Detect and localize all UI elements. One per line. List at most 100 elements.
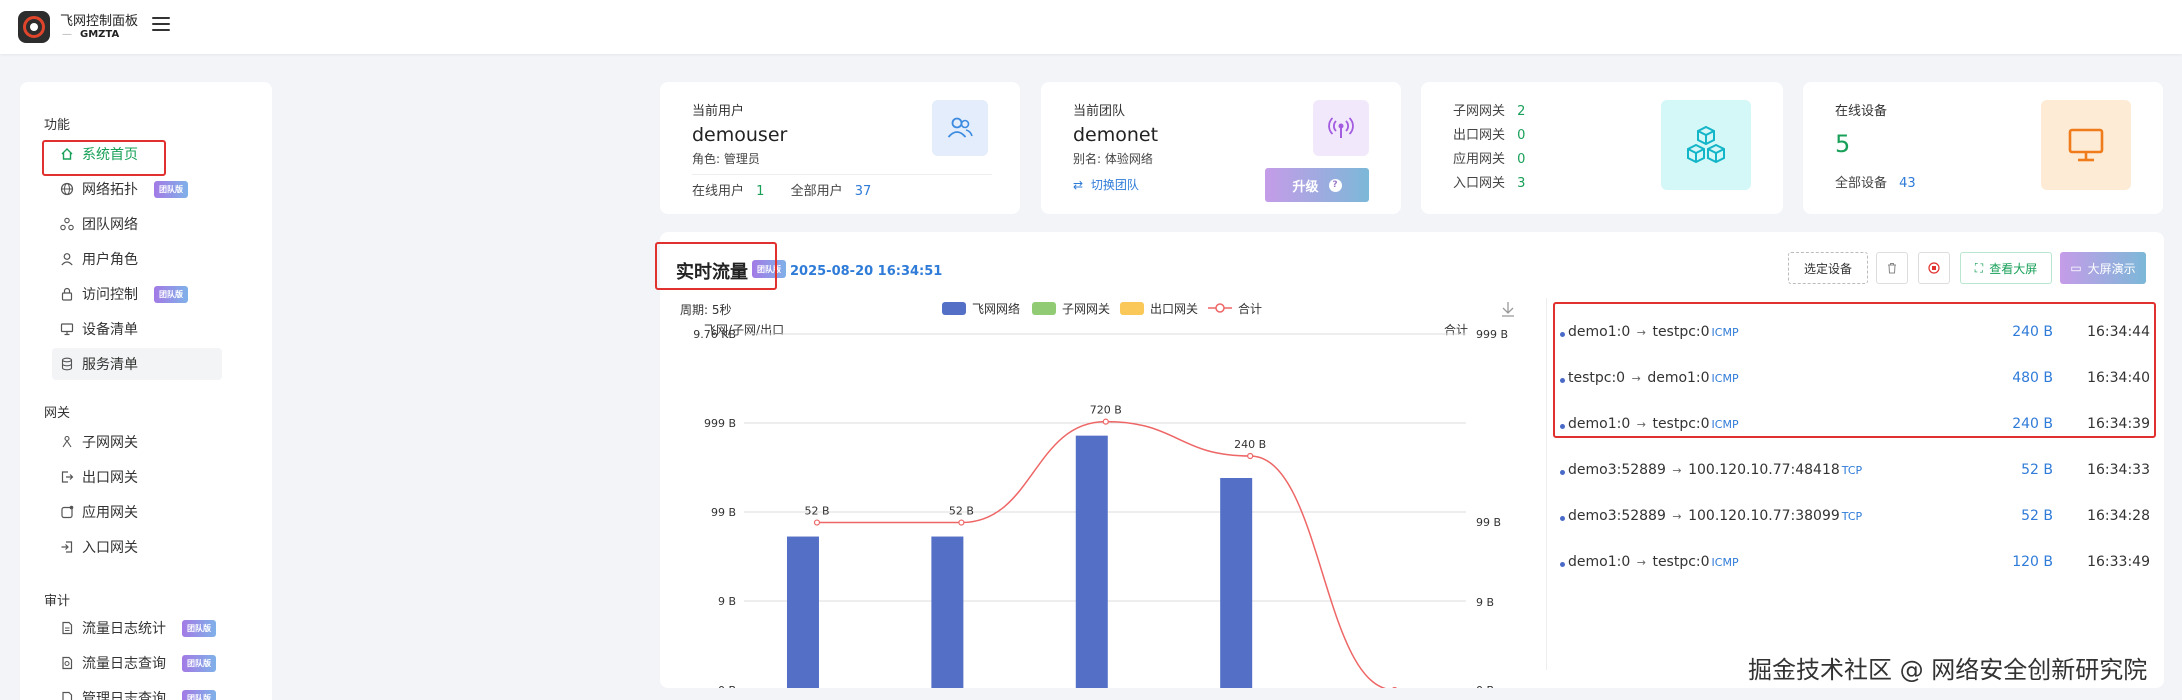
total-point	[1247, 452, 1254, 460]
lock-icon	[60, 287, 74, 301]
trash-icon	[1888, 263, 1896, 274]
query-icon	[60, 656, 74, 670]
total-point	[1102, 418, 1109, 425]
upgrade-button[interactable]: 升级 ?	[1265, 168, 1369, 202]
sidebar-item-devices[interactable]: 设备清单	[52, 313, 242, 345]
highlight-box-title	[655, 242, 777, 290]
sidebar-section-gateways: 网关	[44, 406, 71, 421]
bullet-icon	[1560, 470, 1565, 475]
app-subtitle: GMZTA	[80, 29, 120, 40]
y-tick-label: 99 B	[711, 506, 736, 519]
menu-toggle-icon[interactable]	[152, 17, 170, 31]
globe-icon	[60, 182, 74, 196]
current-user-card: 当前用户 demouser 角色: 管理员 在线用户 1 全部用户 37	[660, 82, 1020, 214]
y-tick-label: 9.76 KB	[693, 328, 736, 341]
team-edition-badge: 团队版	[154, 180, 188, 198]
monitor-icon	[60, 322, 74, 336]
team-edition-badge: 团队版	[154, 285, 188, 303]
devices-card: 在线设备 5 全部设备 43	[1803, 82, 2163, 214]
sidebar-item-topology[interactable]: 网络拓扑 团队版	[52, 173, 242, 205]
arrow-icon: →	[1668, 510, 1686, 523]
flow-protocol: TCP	[1841, 510, 1863, 523]
flow-time: 16:34:28	[2087, 508, 2150, 524]
gateways-card: 子网网关 2 出口网关 0 应用网关 0 入口网关 3	[1421, 82, 1783, 214]
help-icon: ?	[1328, 178, 1342, 192]
traffic-bar	[1220, 478, 1253, 688]
total-point	[813, 519, 821, 526]
right-tick-label: 99 B	[1476, 516, 1501, 529]
right-tick-label: 0 B	[1476, 684, 1494, 688]
flow-row[interactable]: demo3:52889 → 100.120.10.77:38099 TCP 52 B…	[1560, 496, 2150, 542]
switch-icon: ⇄	[1073, 178, 1084, 192]
legend-label: 子网网关	[1062, 302, 1110, 316]
sidebar-section-functions: 功能	[44, 118, 71, 133]
sidebar-item-traffic-stats[interactable]: 流量日志统计 团队版	[52, 612, 242, 644]
flow-size: 52 B	[2021, 508, 2053, 524]
flow-row[interactable]: demo1:0 → testpc:0 ICMP 120 B 16:33:49	[1560, 542, 2150, 588]
legend-marker	[1215, 303, 1225, 313]
switch-team-link[interactable]: ⇄ 切换团队	[1073, 176, 1139, 193]
arrow-icon: →	[1633, 556, 1650, 569]
app-title: 飞网控制面板	[60, 14, 139, 29]
download-icon	[1502, 302, 1514, 317]
app-icon	[60, 505, 74, 519]
sidebar-item-admin-log[interactable]: 管理日志查询 团队版	[52, 682, 242, 700]
exit-icon	[60, 470, 74, 484]
right-tick-label: 9 B	[1476, 596, 1494, 609]
sidebar-item-access-control[interactable]: 访问控制 团队版	[52, 278, 242, 310]
traffic-bar	[1075, 435, 1108, 688]
stop-button[interactable]	[1918, 252, 1950, 284]
legend-swatch	[1032, 302, 1056, 315]
stats-icon	[60, 621, 74, 635]
team-network-icon	[60, 217, 74, 231]
all-devices-count: 43	[1899, 176, 1916, 191]
total-data-label: 52 B	[949, 505, 974, 518]
online-devices-count: 5	[1835, 130, 1851, 158]
realtime-traffic-panel: 实时流量 团队版 2025-08-20 16:34:51 选定设备 ⛶ 查看大屏…	[655, 232, 2164, 688]
sidebar: 功能 系统首页 网络拓扑 团队版 团队网络 用户角色 访问控制 团队版 设备清单…	[20, 82, 272, 700]
flow-source: demo3:52889	[1568, 462, 1666, 478]
sidebar-item-user-roles[interactable]: 用户角色	[52, 243, 242, 275]
sidebar-item-services[interactable]: 服务清单	[52, 348, 222, 380]
team-edition-badge: 团队版	[182, 654, 216, 672]
entry-gateway-count: 3	[1517, 176, 1526, 191]
all-users-count: 37	[854, 184, 872, 199]
traffic-datetime: 2025-08-20 16:34:51	[790, 264, 943, 279]
user-icon	[60, 252, 74, 266]
screen-icon: ▭	[2070, 261, 2082, 275]
sidebar-item-exit-gateway[interactable]: 出口网关	[52, 461, 242, 493]
view-screen-button[interactable]: ⛶ 查看大屏	[1960, 252, 2052, 284]
watermark: 掘金技术社区 @ 网络安全创新研究院	[1748, 656, 2148, 684]
flow-row[interactable]: demo3:52889 → 100.120.10.77:48418 TCP 52 B…	[1560, 450, 2150, 496]
sidebar-item-team-network[interactable]: 团队网络	[52, 208, 242, 240]
bullet-icon	[1560, 516, 1565, 521]
current-user-name: demouser	[692, 124, 788, 146]
total-point	[958, 519, 965, 526]
flow-destination: testpc:0	[1652, 554, 1710, 570]
delete-button[interactable]	[1876, 252, 1908, 284]
fullscreen-icon: ⛶	[1974, 260, 1984, 275]
users-icon	[932, 100, 988, 156]
sidebar-item-traffic-query[interactable]: 流量日志查询 团队版	[52, 647, 242, 679]
exit-gateway-count: 0	[1517, 128, 1526, 143]
y-tick-label: 0 B	[718, 684, 736, 688]
subnet-icon	[60, 435, 74, 449]
sidebar-item-app-gateway[interactable]: 应用网关	[52, 496, 242, 528]
select-device-button[interactable]: 选定设备	[1788, 252, 1868, 284]
highlight-box-flows	[1553, 302, 2156, 438]
traffic-bar	[931, 536, 964, 688]
y-tick-label: 999 B	[704, 417, 736, 430]
total-data-label: 720 B	[1090, 404, 1122, 417]
arrow-icon: →	[1668, 464, 1686, 477]
current-team-name: demonet	[1073, 124, 1159, 146]
monitor-icon	[2041, 100, 2131, 190]
team-edition-badge: 团队版	[182, 619, 216, 637]
stop-icon	[1928, 262, 1940, 274]
sidebar-item-entry-gateway[interactable]: 入口网关	[52, 531, 242, 563]
flow-size: 120 B	[2012, 554, 2053, 570]
flow-time: 16:34:33	[2087, 462, 2150, 478]
entry-icon	[60, 540, 74, 554]
sidebar-item-subnet-gateway[interactable]: 子网网关	[52, 426, 242, 458]
database-icon	[60, 357, 74, 371]
big-screen-demo-button[interactable]: ▭ 大屏演示	[2060, 252, 2146, 284]
